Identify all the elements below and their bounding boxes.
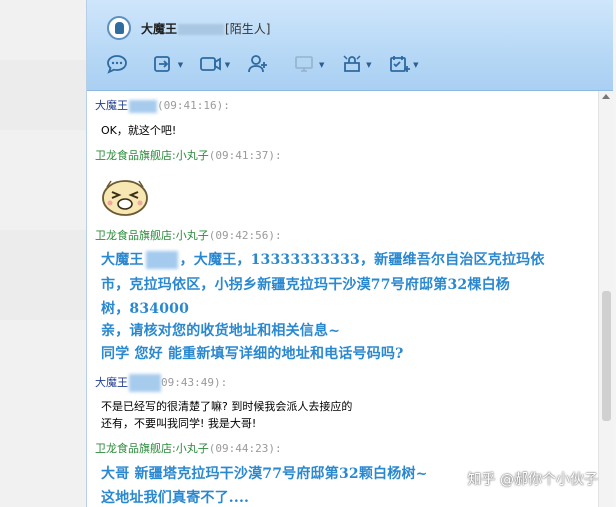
chat-toolbar: ▼ ▼ ▼ ▼ ▼	[103, 52, 428, 78]
message-line: 这地址我们真寄不了....	[101, 490, 250, 506]
contact-name[interactable]: 大魔王	[141, 22, 177, 36]
message-line-rest: ，大魔王，13333333333，新疆维吾尔自治区克拉玛依	[179, 252, 545, 268]
message-header: 卫龙食品旗舰店:小丸子(09:42:56):	[95, 227, 282, 243]
scrollbar[interactable]	[598, 91, 613, 507]
message-line: 不是已经写的很清楚了嘛? 到时候我会派人去接应的	[101, 400, 353, 413]
remote-desktop-icon[interactable]: ▼	[291, 52, 324, 76]
contact-avatar[interactable]	[107, 16, 131, 40]
chat-header: 大魔王 [陌生人] ▼ ▼ ▼ ▼ ▼	[87, 0, 613, 91]
message-line: 亲，请核对您的收货地址和相关信息~	[101, 323, 341, 339]
message-line: 大哥 新疆塔克拉玛干沙漠77号府邸第32颗白杨树~	[101, 466, 428, 482]
message-line-prefix: 大魔王	[101, 252, 144, 268]
scroll-up-icon[interactable]	[602, 94, 610, 99]
sender-name[interactable]: 大魔王	[95, 376, 128, 389]
message-time: (09:44:23):	[208, 442, 282, 455]
chat-bubble-icon[interactable]	[103, 52, 133, 76]
background-band	[0, 60, 86, 130]
message-area[interactable]: 大魔王 (09:41:16): OK，就这个吧! 卫龙食品旗舰店:小丸子(09:4…	[87, 91, 613, 507]
background-band	[0, 230, 86, 320]
sender-name[interactable]: 卫龙食品旗舰店:小丸子	[95, 442, 209, 455]
message-header: 大魔王 09:43:49):	[95, 374, 227, 392]
chevron-down-icon[interactable]: ▼	[225, 61, 230, 69]
scrollbar-thumb[interactable]	[602, 291, 611, 421]
chevron-down-icon[interactable]: ▼	[319, 61, 324, 69]
add-contact-icon[interactable]	[244, 52, 274, 76]
message-time: 09:43:49):	[161, 376, 228, 389]
chevron-down-icon[interactable]: ▼	[413, 61, 418, 69]
redacted-id	[129, 99, 157, 113]
video-call-icon[interactable]: ▼	[197, 52, 230, 76]
message-time: (09:41:37):	[208, 149, 282, 162]
message-line: 树，834000	[101, 301, 190, 317]
sender-name[interactable]: 卫龙食品旗舰店:小丸子	[95, 149, 209, 162]
chat-window: 大魔王 [陌生人] ▼ ▼ ▼ ▼ ▼ 大魔王 (09:41:16): OK，就…	[86, 0, 613, 507]
chevron-down-icon[interactable]: ▼	[366, 61, 371, 69]
message-line: 市，克拉玛依区，小拐乡新疆克拉玛干沙漠77号府邸第32棵白杨	[101, 277, 510, 293]
sender-name[interactable]: 卫龙食品旗舰店:小丸子	[95, 229, 209, 242]
message-text: OK，就这个吧!	[101, 124, 177, 137]
chevron-down-icon[interactable]: ▼	[178, 61, 183, 69]
background-strip	[0, 0, 86, 507]
schedule-icon[interactable]: ▼	[386, 52, 419, 76]
message-time: (09:41:16):	[157, 99, 230, 112]
message-line: 同学 您好 能重新填写详细的地址和电话号码吗?	[101, 346, 404, 362]
contact-title: 大魔王 [陌生人]	[141, 20, 270, 37]
redacted-id	[145, 251, 178, 269]
file-transfer-icon[interactable]: ▼	[150, 52, 183, 76]
laughing-face-sticker	[101, 177, 149, 221]
sender-name[interactable]: 大魔王	[95, 99, 128, 112]
contact-tag: [陌生人]	[225, 22, 271, 36]
watermark: 知乎 @郝你个小伙子	[467, 472, 598, 488]
message-header: 卫龙食品旗舰店:小丸子(09:41:37):	[95, 147, 282, 163]
redacted-id	[178, 24, 225, 35]
message-line: 大魔王 ，大魔王，13333333333，新疆维吾尔自治区克拉玛依	[101, 249, 545, 269]
message-time: (09:42:56):	[208, 229, 282, 242]
message-line: 还有，不要叫我同学! 我是大哥!	[101, 417, 257, 430]
message-header: 卫龙食品旗舰店:小丸子(09:44:23):	[95, 440, 282, 456]
app-box-icon[interactable]: ▼	[338, 52, 371, 76]
message-header: 大魔王 (09:41:16):	[95, 97, 230, 113]
redacted-id	[129, 374, 161, 392]
